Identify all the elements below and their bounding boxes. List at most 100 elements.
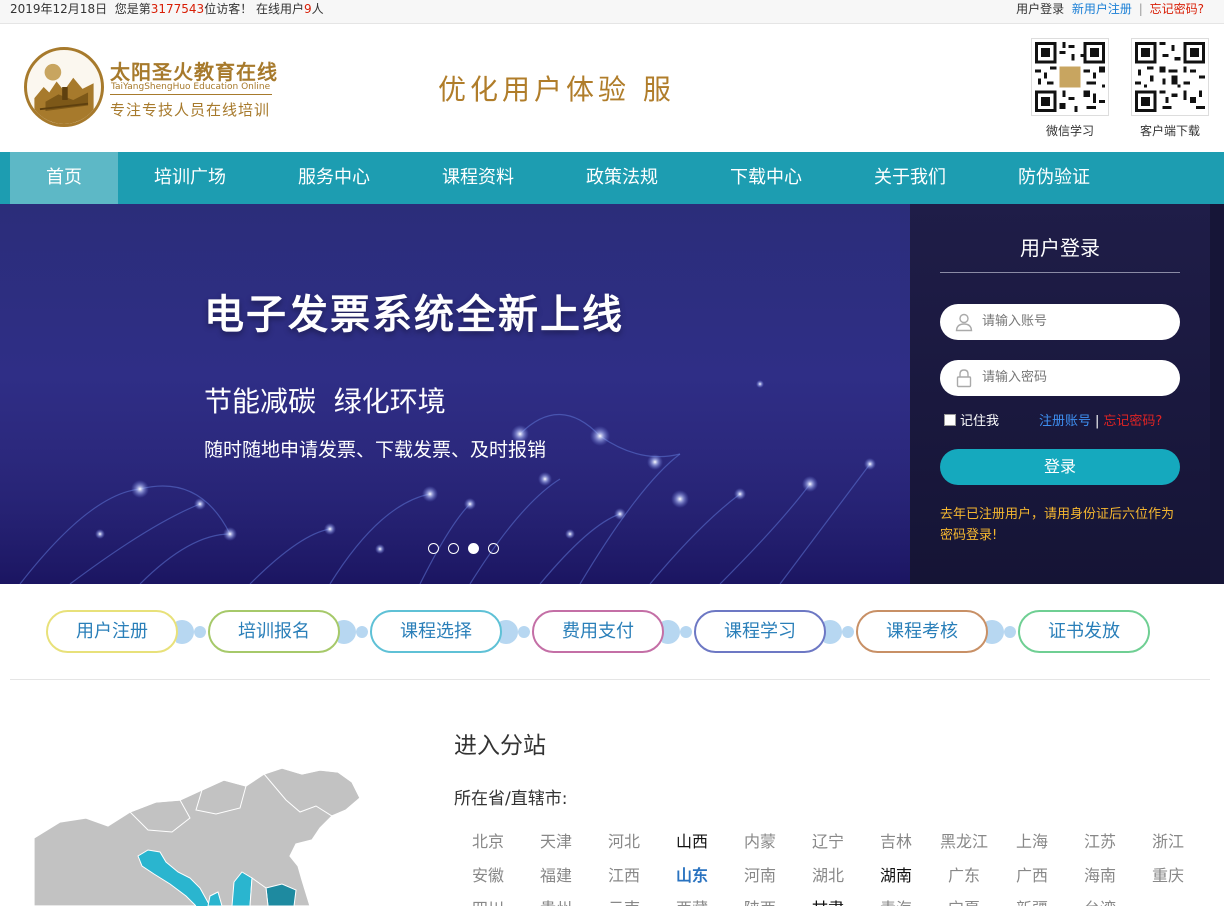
province-link[interactable]: 陕西 xyxy=(726,895,794,906)
step-certificate-issue[interactable]: 证书发放 xyxy=(1018,610,1150,653)
password-placeholder: 请输入密码 xyxy=(982,370,1048,385)
banner-background-graphic xyxy=(0,380,910,584)
nav-training-square[interactable]: 培训广场 xyxy=(126,152,254,204)
hero-banner[interactable]: 电子发票系统全新上线 节能减碳 绿化环境 随时随地申请发票、下载发票、及时报销 xyxy=(0,204,910,584)
nav-about-us[interactable]: 关于我们 xyxy=(846,152,974,204)
province-link[interactable]: 黑龙江 xyxy=(930,828,998,852)
current-date: 2019年12月18日 xyxy=(10,2,108,16)
banner-description: 随时随地申请发票、下载发票、及时报销 xyxy=(204,439,547,461)
carousel-dot[interactable] xyxy=(428,543,439,554)
step-fee-payment[interactable]: 费用支付 xyxy=(532,610,664,653)
online-count: 9 xyxy=(304,2,312,16)
nav-anti-counterfeit[interactable]: 防伪验证 xyxy=(990,152,1118,204)
visitor-suffix: 位访客！ 在线用户 xyxy=(204,2,305,16)
province-link[interactable]: 福建 xyxy=(522,862,590,886)
province-link[interactable]: 云南 xyxy=(590,895,658,906)
province-link[interactable]: 湖北 xyxy=(794,862,862,886)
banner-title: 电子发票系统全新上线 xyxy=(204,292,624,338)
province-link[interactable]: 山西 xyxy=(658,828,726,852)
password-input[interactable]: 请输入密码 xyxy=(940,360,1180,396)
province-link[interactable]: 海南 xyxy=(1066,862,1134,886)
account-input[interactable]: 请输入账号 xyxy=(940,304,1180,340)
logo-title: 太阳圣火教育在线 xyxy=(110,60,278,84)
province-link[interactable]: 重庆 xyxy=(1134,862,1202,886)
app-download-qr-caption: 客户端下载 xyxy=(1139,124,1200,138)
step-connector xyxy=(824,620,854,644)
province-link[interactable]: 四川 xyxy=(454,895,522,906)
login-panel-edge xyxy=(1210,204,1224,584)
step-connector xyxy=(176,620,206,644)
app-download-qr-code xyxy=(1131,38,1209,116)
nav-course-materials[interactable]: 课程资料 xyxy=(414,152,542,204)
checkbox-box[interactable] xyxy=(944,414,956,426)
site-header: 太阳圣火教育在线 TaiYangShengHuo Education Onlin… xyxy=(0,24,1224,152)
wechat-qr-code xyxy=(1031,38,1109,116)
province-link[interactable]: 河北 xyxy=(590,828,658,852)
logo-divider xyxy=(110,94,272,95)
province-link[interactable]: 甘肃 xyxy=(794,895,862,906)
province-link[interactable]: 安徽 xyxy=(454,862,522,886)
province-link[interactable]: 台湾 xyxy=(1066,895,1134,906)
login-button[interactable]: 登录 xyxy=(940,449,1180,485)
province-link[interactable]: 江苏 xyxy=(1066,828,1134,852)
step-course-selection[interactable]: 课程选择 xyxy=(370,610,502,653)
logo-subtitle: 专注专技人员在线培训 xyxy=(110,101,271,119)
login-panel: 用户登录 请输入账号 请输入密码 记住我 注册账号 | 忘记密码? 登录 去年已注册… xyxy=(910,204,1210,584)
login-links: 注册账号 | 忘记密码? xyxy=(1039,410,1162,429)
remember-me-checkbox[interactable]: 记住我 xyxy=(944,410,999,429)
province-link[interactable]: 天津 xyxy=(522,828,590,852)
nav-policies[interactable]: 政策法规 xyxy=(558,152,686,204)
step-user-register[interactable]: 用户注册 xyxy=(46,610,178,653)
carousel-dot[interactable] xyxy=(448,543,459,554)
online-suffix: 人 xyxy=(311,2,324,16)
china-map[interactable] xyxy=(20,760,370,906)
province-link[interactable]: 吉林 xyxy=(862,828,930,852)
province-link[interactable]: 贵州 xyxy=(522,895,590,906)
province-link[interactable]: 浙江 xyxy=(1134,828,1202,852)
top-register-link[interactable]: 新用户注册 xyxy=(1072,2,1132,16)
step-connector xyxy=(986,620,1016,644)
province-link[interactable]: 江西 xyxy=(590,862,658,886)
province-link[interactable]: 宁夏 xyxy=(930,895,998,906)
province-link[interactable]: 广东 xyxy=(930,862,998,886)
province-label: 所在省/直辖市: xyxy=(454,789,568,809)
top-bar: 2019年12月18日 您是第3177543位访客！ 在线用户9人 用户登录 新… xyxy=(0,0,1224,24)
province-link[interactable]: 辽宁 xyxy=(794,828,862,852)
substation-title: 进入分站 xyxy=(454,733,546,759)
province-link[interactable]: 西藏 xyxy=(658,895,726,906)
logo-english-name: TaiYangShengHuo Education Online xyxy=(111,82,271,92)
province-link[interactable]: 上海 xyxy=(998,828,1066,852)
top-separator: | xyxy=(1138,2,1143,16)
top-links: 用户登录 新用户注册 | 忘记密码? xyxy=(1016,0,1204,18)
province-link[interactable]: 内蒙 xyxy=(726,828,794,852)
lock-icon xyxy=(956,369,972,388)
province-link[interactable]: 广西 xyxy=(998,862,1066,886)
section-divider xyxy=(10,679,1210,680)
top-forgot-password-link[interactable]: 忘记密码? xyxy=(1150,2,1204,16)
register-account-link[interactable]: 注册账号 xyxy=(1039,414,1091,429)
province-link[interactable]: 湖南 xyxy=(862,862,930,886)
province-link[interactable]: 新疆 xyxy=(998,895,1066,906)
carousel-dot-active[interactable] xyxy=(468,543,479,554)
nav-service-center[interactable]: 服务中心 xyxy=(270,152,398,204)
province-link[interactable]: 河南 xyxy=(726,862,794,886)
carousel-dot[interactable] xyxy=(488,543,499,554)
step-course-exam[interactable]: 课程考核 xyxy=(856,610,988,653)
forgot-password-link[interactable]: 忘记密码? xyxy=(1103,414,1162,429)
province-link[interactable]: 北京 xyxy=(454,828,522,852)
step-connector xyxy=(500,620,530,644)
nav-download-center[interactable]: 下载中心 xyxy=(702,152,830,204)
province-link[interactable]: 山东 xyxy=(658,862,726,886)
top-login-link[interactable]: 用户登录 xyxy=(1016,2,1064,16)
login-title-divider xyxy=(940,272,1180,273)
banner-subtitle: 节能减碳 绿化环境 xyxy=(204,385,446,418)
nav-home[interactable]: 首页 xyxy=(10,152,118,204)
account-placeholder: 请输入账号 xyxy=(982,314,1048,329)
link-separator: | xyxy=(1095,414,1100,429)
step-connector xyxy=(662,620,692,644)
logo-emblem[interactable] xyxy=(24,47,104,127)
step-course-study[interactable]: 课程学习 xyxy=(694,610,826,653)
step-training-signup[interactable]: 培训报名 xyxy=(208,610,340,653)
login-tip: 去年已注册用户，请用身份证后六位作为密码登录! xyxy=(940,507,1175,543)
province-link[interactable]: 青海 xyxy=(862,895,930,906)
